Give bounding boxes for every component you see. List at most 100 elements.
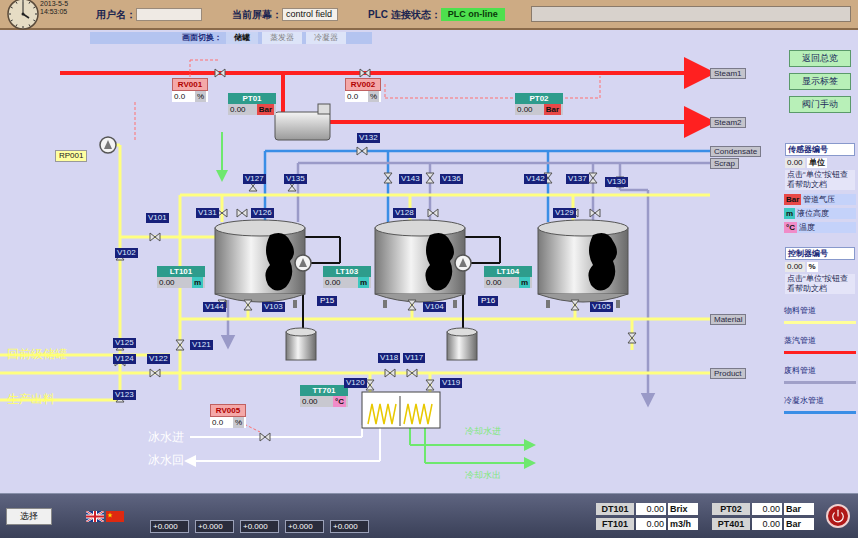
valve-icon[interactable] — [260, 433, 270, 441]
user-field[interactable] — [136, 8, 202, 21]
unit-badge[interactable]: Bar — [544, 104, 561, 115]
screen-tab[interactable]: 冷凝器 — [306, 32, 346, 44]
uk-flag-icon[interactable] — [86, 511, 104, 522]
unit-badge[interactable]: m — [519, 277, 530, 288]
screen-tab[interactable]: 蒸发器 — [262, 32, 302, 44]
nav-row: 画面切换：储罐蒸发器冷凝器 — [0, 30, 782, 46]
unit-badge[interactable]: Bar — [257, 104, 274, 115]
valve-icon[interactable] — [428, 209, 438, 217]
sensor-value: 0.00m — [157, 277, 205, 288]
tank[interactable] — [215, 220, 305, 308]
valve-icon[interactable] — [407, 369, 417, 377]
valve-label[interactable]: V128 — [393, 208, 416, 218]
valve-label[interactable]: V120 — [344, 378, 367, 388]
valve-label[interactable]: V123 — [113, 390, 136, 400]
unit-badge[interactable]: m — [358, 277, 369, 288]
valve-label[interactable]: V124 — [113, 354, 136, 364]
valve-label[interactable]: V125 — [113, 338, 136, 348]
valve-label[interactable]: V105 — [590, 302, 613, 312]
valve-label[interactable]: V144 — [203, 302, 226, 312]
pipe-swatch — [784, 411, 856, 414]
flow-label: 冰水进 — [148, 430, 184, 444]
sensor-tag[interactable]: LT1010.00m — [157, 266, 205, 288]
value-field[interactable]: +0.000 — [195, 520, 234, 533]
valve-label[interactable]: V142 — [524, 174, 547, 184]
unit-button[interactable]: 单位 — [807, 158, 827, 168]
controller-tag[interactable]: RV0020.0% — [345, 78, 381, 102]
valve-label[interactable]: V118 — [378, 353, 400, 363]
valve-label[interactable]: V122 — [147, 354, 170, 364]
valve-label[interactable]: V104 — [423, 302, 446, 312]
controller-value: 0.0% — [345, 91, 381, 102]
power-button[interactable] — [826, 504, 850, 528]
unit-button[interactable]: % — [807, 262, 818, 272]
valve-label[interactable]: V127 — [243, 174, 266, 184]
sensor-tag[interactable]: LT1040.00m — [484, 266, 532, 288]
select-button[interactable]: 选择 — [6, 508, 52, 525]
valve-label[interactable]: V130 — [605, 177, 628, 187]
pipe-swatch — [784, 381, 856, 384]
unit-badge[interactable]: m — [192, 277, 203, 288]
valve-icon[interactable] — [426, 173, 434, 183]
valve-icon[interactable] — [357, 147, 367, 155]
china-flag-icon[interactable] — [106, 511, 124, 522]
valve-icon[interactable] — [360, 69, 370, 77]
valve-label[interactable]: V102 — [115, 248, 138, 258]
valve-icon[interactable] — [589, 173, 597, 183]
valve-label[interactable]: V103 — [262, 302, 285, 312]
valve-label[interactable]: V121 — [190, 340, 213, 350]
value-field[interactable]: +0.000 — [330, 520, 369, 533]
panel-button[interactable]: 阀门手动 — [789, 96, 851, 113]
controller-tag[interactable]: RV0010.0% — [172, 78, 208, 102]
sensor-tag[interactable]: LT1030.00m — [323, 266, 371, 288]
small-tank[interactable] — [286, 328, 316, 360]
valve-label[interactable]: V137 — [566, 174, 589, 184]
unit-badge[interactable]: °C — [333, 396, 346, 407]
valve-icon[interactable] — [590, 209, 600, 217]
heat-exchanger[interactable] — [362, 392, 440, 428]
sensor-value: 0.00Bar — [228, 104, 276, 115]
value-field[interactable]: +0.000 — [285, 520, 324, 533]
valve-label[interactable]: V143 — [399, 174, 422, 184]
pump-icon[interactable] — [455, 255, 471, 271]
valve-icon[interactable] — [366, 380, 374, 390]
screen-tab[interactable]: 储罐 — [226, 32, 258, 44]
valve-icon[interactable] — [150, 233, 160, 241]
valve-icon[interactable] — [176, 340, 184, 350]
controller-legend: 控制器编号0.00%点击“单位”按钮查看帮助文档 — [785, 247, 855, 294]
valve-icon[interactable] — [150, 369, 160, 377]
canvas: 画面切换：储罐蒸发器冷凝器Steam1Steam2CondensateScrap… — [0, 30, 782, 493]
valve-icon[interactable] — [426, 380, 434, 390]
valve-label[interactable]: V117 — [403, 353, 425, 363]
valve-label[interactable]: V136 — [440, 174, 463, 184]
valve-icon[interactable] — [385, 369, 395, 377]
sensor-tag[interactable]: TT7010.00°C — [300, 385, 348, 407]
pump-icon[interactable] — [100, 137, 116, 153]
pump-icon[interactable] — [295, 255, 311, 271]
value-field[interactable]: +0.000 — [150, 520, 189, 533]
valve-label[interactable]: V132 — [357, 133, 380, 143]
sensor-tag[interactable]: PT020.00Bar — [515, 93, 563, 115]
valve-label[interactable]: V119 — [440, 378, 462, 388]
value-fields: +0.000 +0.000 +0.000 +0.000 +0.000 — [150, 520, 369, 533]
valve-label[interactable]: V135 — [284, 174, 307, 184]
valve-icon[interactable] — [237, 209, 247, 217]
panel-button[interactable]: 返回总览 — [789, 50, 851, 67]
valve-icon[interactable] — [384, 173, 392, 183]
sensor-tag[interactable]: PT010.00Bar — [228, 93, 276, 115]
valve-icon[interactable] — [628, 333, 636, 343]
controller-tag[interactable]: RV0050.0% — [210, 404, 246, 428]
valve-label[interactable]: V101 — [146, 213, 169, 223]
value-field[interactable]: +0.000 — [240, 520, 279, 533]
valve-icon[interactable] — [408, 300, 416, 310]
valve-icon[interactable] — [244, 300, 252, 310]
tank[interactable] — [538, 220, 628, 308]
valve-label[interactable]: V129 — [553, 208, 576, 218]
valve-label[interactable]: V126 — [251, 208, 274, 218]
tank[interactable] — [375, 220, 465, 308]
valve-icon[interactable] — [571, 300, 579, 310]
valve-icon[interactable] — [215, 69, 225, 77]
panel-button[interactable]: 显示标签 — [789, 73, 851, 90]
small-tank[interactable] — [447, 328, 477, 360]
valve-label[interactable]: V131 — [196, 208, 219, 218]
